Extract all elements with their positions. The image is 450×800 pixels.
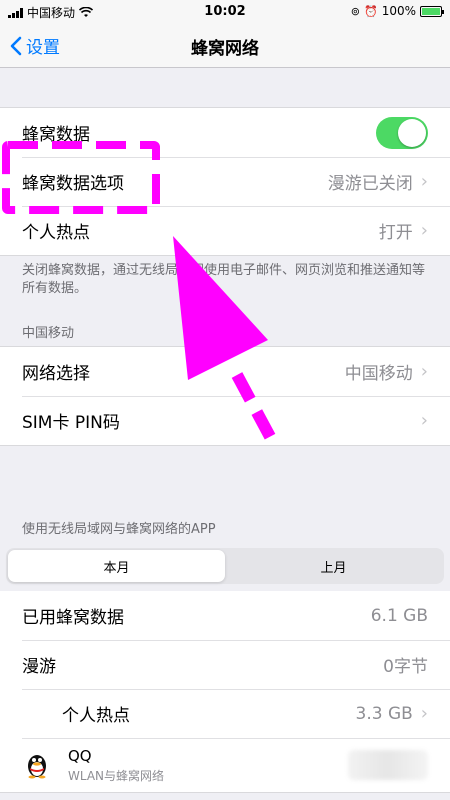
used-cellular-data-row: 已用蜂窝数据 6.1 GB: [0, 591, 450, 640]
battery-fill: [422, 7, 440, 15]
alarm-icon: ⏰: [363, 4, 378, 18]
personal-hotspot-row[interactable]: 个人热点 打开 ›: [0, 206, 450, 255]
carrier-section-header: 中国移动: [22, 326, 75, 341]
app-row-qq: QQ WLAN与蜂窝网络: [0, 738, 450, 792]
qq-penguin-icon: [22, 750, 52, 780]
chevron-right-icon: ›: [420, 220, 428, 241]
personal-hotspot-label: 个人热点: [22, 223, 90, 243]
tab-last-month[interactable]: 上月: [225, 550, 442, 582]
cellular-footnote: 关闭蜂窝数据，通过无线局域网使用电子邮件、网页浏览和推送通知等所有数据。: [22, 263, 426, 296]
apps-section-header: 使用无线局域网与蜂窝网络的APP: [22, 522, 216, 537]
battery-icon: [420, 5, 444, 17]
chevron-right-icon: ›: [420, 703, 428, 724]
roaming-label: 漫游: [22, 657, 56, 677]
sim-pin-row[interactable]: SIM卡 PIN码 ›: [0, 396, 450, 445]
cellular-settings-group: 蜂窝数据 蜂窝数据选项 漫游已关闭 › 个人热点 打开 ›: [0, 107, 450, 256]
battery-percent: 100%: [381, 4, 416, 18]
carrier-settings-group: 网络选择 中国移动 › SIM卡 PIN码 ›: [0, 346, 450, 446]
navigation-bar: 设置 蜂窝网络: [0, 22, 450, 68]
network-selection-row[interactable]: 网络选择 中国移动 ›: [0, 347, 450, 396]
app-info: QQ WLAN与蜂窝网络: [68, 747, 348, 784]
personal-hotspot-value: 打开: [378, 223, 413, 243]
period-segmented-control: 本月 上月: [6, 548, 444, 584]
chevron-right-icon: ›: [420, 171, 428, 192]
cellular-data-label: 蜂窝数据: [22, 125, 90, 145]
cellular-data-options-value: 漫游已关闭: [327, 174, 413, 194]
app-name: QQ: [68, 746, 92, 765]
app-subtitle: WLAN与蜂窝网络: [68, 768, 165, 783]
hotspot-usage-row[interactable]: 个人热点 3.3 GB ›: [0, 689, 450, 738]
toggle-knob: [398, 118, 426, 147]
network-selection-value: 中国移动: [344, 364, 413, 384]
cellular-data-toggle[interactable]: [376, 116, 428, 149]
used-cellular-data-value: 6.1 GB: [370, 605, 428, 626]
roaming-value: 0字节: [383, 657, 428, 677]
network-selection-label: 网络选择: [22, 364, 90, 384]
status-bar: 中国移动 10:02 ⊚ ⏰ 100%: [0, 0, 450, 22]
hotspot-usage-label: 个人热点: [62, 706, 130, 726]
cellular-data-row: 蜂窝数据: [0, 108, 450, 157]
used-cellular-data-label: 已用蜂窝数据: [22, 608, 124, 628]
app-usage-toggle-blurred[interactable]: [348, 750, 428, 780]
tab-this-month[interactable]: 本月: [8, 550, 225, 582]
orientation-lock-icon: ⊚: [350, 4, 360, 18]
sim-pin-label: SIM卡 PIN码: [22, 413, 120, 433]
chevron-right-icon: ›: [420, 361, 428, 382]
usage-group: 已用蜂窝数据 6.1 GB 漫游 0字节 个人热点 3.3 GB › QQ WL…: [0, 591, 450, 793]
cellular-data-options-row[interactable]: 蜂窝数据选项 漫游已关闭 ›: [0, 157, 450, 206]
hotspot-usage-value: 3.3 GB: [355, 703, 413, 724]
page-title: 蜂窝网络: [191, 39, 259, 59]
status-right: ⊚ ⏰ 100%: [350, 4, 444, 18]
chevron-right-icon: ›: [420, 410, 428, 431]
roaming-row: 漫游 0字节: [0, 640, 450, 689]
cellular-data-options-label: 蜂窝数据选项: [22, 174, 124, 194]
